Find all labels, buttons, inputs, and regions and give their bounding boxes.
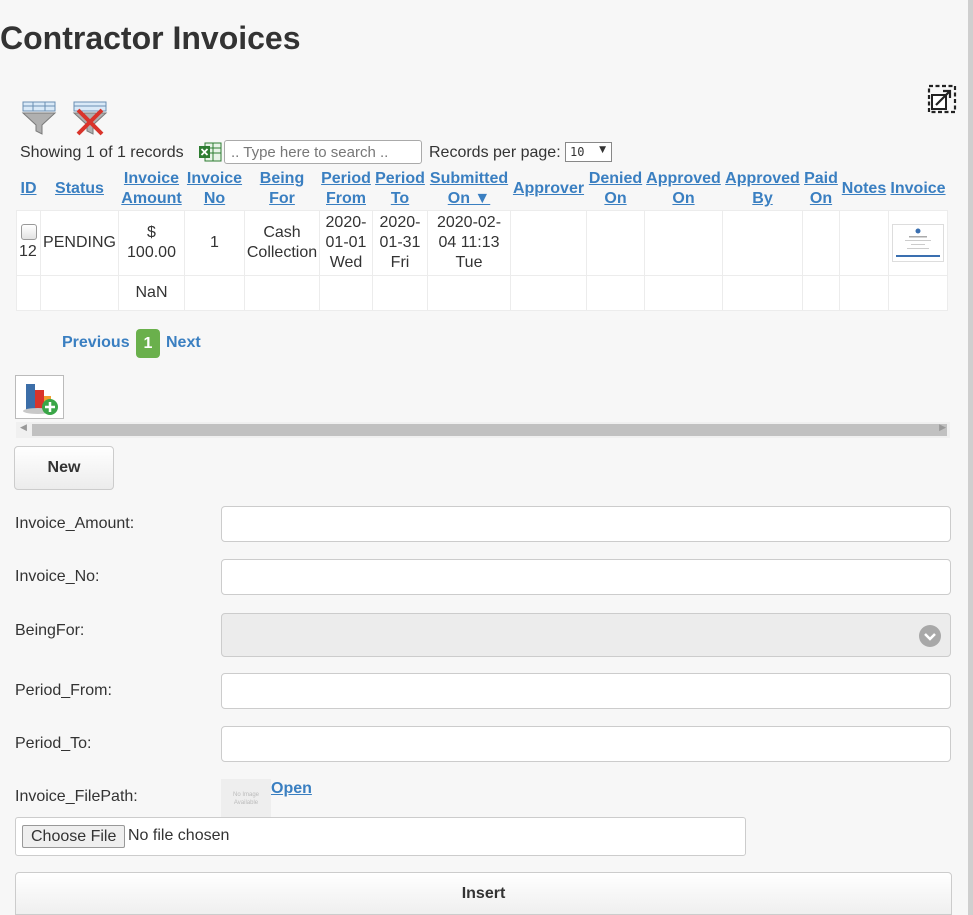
column-header-link[interactable]: Approved By: [725, 170, 800, 207]
file-status-text: No file chosen: [128, 827, 230, 844]
being-for-label: BeingFor:: [15, 622, 85, 639]
approver-cell: [510, 210, 587, 276]
period-from-label: Period_From:: [15, 682, 112, 699]
add-chart-icon: [23, 384, 58, 415]
maximize-icon[interactable]: [927, 84, 957, 114]
invoice-file-cell: [888, 210, 948, 276]
approved-on-cell: [644, 210, 723, 276]
column-header[interactable]: Approver: [511, 168, 587, 211]
search-input[interactable]: [224, 140, 422, 164]
column-header-link[interactable]: Approver: [513, 180, 584, 197]
period-to-cell: 2020- 01-31 Fri: [372, 210, 428, 276]
column-header[interactable]: Approved On: [645, 168, 723, 211]
column-header[interactable]: ID: [17, 168, 41, 211]
invoice-filepath-label: Invoice_FilePath:: [15, 788, 138, 805]
horizontal-scrollbar[interactable]: ◀ ▶: [16, 422, 950, 438]
being-for-cell: Cash Collection: [244, 210, 320, 276]
excel-export-icon[interactable]: [198, 141, 222, 163]
column-header[interactable]: Status: [41, 168, 119, 211]
chevron-down-icon: [919, 625, 941, 647]
period-to-input[interactable]: [221, 726, 951, 762]
funnel-icon[interactable]: [21, 100, 57, 136]
period-from-input[interactable]: [221, 673, 951, 709]
open-file-link[interactable]: Open: [271, 780, 312, 798]
submitted-on-cell: 2020-02- 04 11:13 Tue: [427, 210, 511, 276]
column-header[interactable]: Period From: [320, 168, 373, 211]
row-select-checkbox[interactable]: [21, 224, 37, 240]
column-header-link[interactable]: Status: [55, 180, 104, 197]
no-image-thumbnail: No Image Available: [221, 779, 271, 817]
dropdown-caret-icon: ▼: [599, 145, 606, 155]
page-title: Contractor Invoices: [0, 20, 301, 56]
records-per-page-select[interactable]: 10 ▼: [565, 142, 612, 162]
column-header[interactable]: Denied On: [587, 168, 645, 211]
invoices-table: ID Status Invoice Amount Invoice No Being F…: [16, 168, 948, 311]
column-header-link[interactable]: Invoice No: [187, 170, 242, 207]
new-button[interactable]: New: [14, 446, 114, 490]
notes-cell: [839, 210, 889, 276]
column-header-sorted[interactable]: Submitted On ▼: [428, 168, 511, 211]
column-header[interactable]: Paid On: [803, 168, 840, 211]
column-header[interactable]: Invoice Amount: [119, 168, 185, 211]
column-header[interactable]: Approved By: [723, 168, 803, 211]
column-header-link[interactable]: Invoice Amount: [121, 170, 181, 207]
total-amount-cell: NaN: [118, 275, 185, 311]
table-header-row: ID Status Invoice Amount Invoice No Being F…: [17, 168, 948, 211]
scroll-right-arrow-icon[interactable]: ▶: [939, 423, 946, 433]
column-header-link[interactable]: Period From: [321, 170, 371, 207]
pager-page-current[interactable]: 1: [136, 329, 160, 358]
paid-on-cell: [802, 210, 840, 276]
being-for-select[interactable]: [221, 613, 951, 657]
scroll-left-arrow-icon[interactable]: ◀: [20, 423, 27, 433]
vertical-scrollbar[interactable]: [968, 0, 973, 915]
records-per-page-value: 10: [570, 145, 585, 159]
column-header[interactable]: Invoice No: [185, 168, 245, 211]
status-cell: PENDING: [40, 210, 119, 276]
invoice-no-cell: 1: [184, 210, 245, 276]
funnel-clear-icon[interactable]: [72, 100, 108, 136]
invoice-amount-input[interactable]: [221, 506, 951, 542]
add-chart-button[interactable]: [15, 375, 64, 419]
column-header-link[interactable]: Being For: [260, 170, 304, 207]
pager-previous-link[interactable]: Previous: [62, 334, 130, 352]
column-header-link[interactable]: Invoice: [890, 180, 945, 197]
invoice-no-input[interactable]: [221, 559, 951, 595]
column-header-link[interactable]: Submitted On ▼: [430, 170, 508, 207]
id-cell: 12: [16, 210, 41, 276]
column-header[interactable]: Notes: [840, 168, 889, 211]
invoice-no-label: Invoice_No:: [15, 568, 100, 585]
column-header-link[interactable]: Approved On: [646, 170, 721, 207]
column-header[interactable]: Period To: [373, 168, 428, 211]
choose-file-button[interactable]: Choose File: [22, 825, 126, 848]
column-header-link[interactable]: Denied On: [589, 170, 642, 207]
insert-button[interactable]: Insert: [15, 872, 952, 915]
column-header[interactable]: Being For: [245, 168, 320, 211]
invoice-amount-label: Invoice_Amount:: [15, 515, 135, 532]
table-row[interactable]: 12 PENDING $100.00 1 Cash Collection 2020…: [16, 210, 948, 276]
period-from-cell: 2020- 01-01 Wed: [319, 210, 373, 276]
column-header-link[interactable]: ID: [21, 180, 37, 197]
column-header-link[interactable]: Period To: [375, 170, 425, 207]
table-totals-row: NaN: [16, 275, 948, 311]
records-per-page-label: Records per page:: [429, 144, 561, 161]
records-summary: Showing 1 of 1 records: [20, 144, 184, 161]
approved-by-cell: [722, 210, 803, 276]
id-value: 12: [19, 243, 37, 260]
file-input[interactable]: Choose File No file chosen: [15, 817, 746, 856]
scrollbar-thumb[interactable]: [32, 424, 947, 436]
denied-on-cell: [586, 210, 645, 276]
invoice-thumbnail[interactable]: [892, 224, 944, 262]
pager-next-link[interactable]: Next: [166, 334, 201, 352]
amount-cell: $100.00: [118, 210, 185, 276]
column-header-link[interactable]: Notes: [842, 180, 886, 197]
period-to-label: Period_To:: [15, 735, 92, 752]
column-header[interactable]: Invoice: [889, 168, 948, 211]
column-header-link[interactable]: Paid On: [804, 170, 838, 207]
